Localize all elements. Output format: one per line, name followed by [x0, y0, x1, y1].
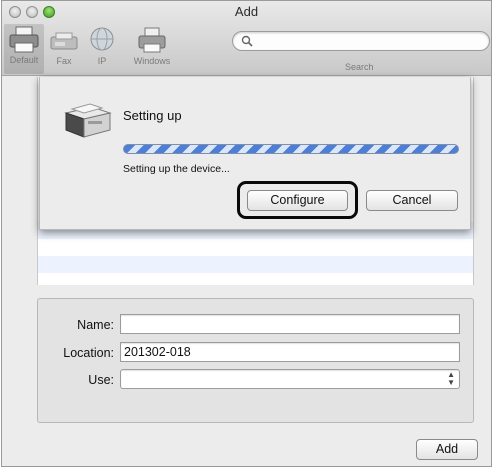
sheet-title: Setting up [123, 108, 182, 123]
windows-printer-icon [138, 27, 166, 53]
select-arrows-icon: ▲ ▼ [447, 370, 455, 387]
toolbar-fax[interactable]: Fax [44, 25, 84, 66]
name-label: Name: [77, 318, 114, 332]
ip-globe-icon [90, 27, 114, 51]
progress-fill [124, 145, 458, 153]
toolbar-default[interactable]: Default [4, 24, 44, 74]
default-printer-icon [9, 26, 39, 53]
list-row[interactable] [38, 256, 473, 273]
use-label: Use: [88, 373, 114, 387]
toolbar-ip-label: IP [97, 56, 107, 66]
window-toolbar: Add Default Fax IP Windows Search [2, 1, 491, 76]
printer-device-icon [64, 103, 112, 138]
sheet-status-text: Setting up the device... [123, 163, 230, 175]
cancel-button[interactable]: Cancel [366, 190, 458, 211]
add-button[interactable]: Add [416, 439, 478, 460]
add-printer-window: Add Default Fax IP Windows Search Settin… [1, 0, 492, 467]
search-label: Search [345, 62, 374, 72]
search-icon [241, 35, 253, 47]
toolbar-windows[interactable]: Windows [122, 25, 182, 66]
progress-bar [123, 144, 459, 154]
use-select[interactable]: ▲ ▼ [120, 369, 460, 389]
search-field[interactable] [232, 31, 490, 51]
printer-details-form: Name: Location: 201302-018 Use: ▲ ▼ [37, 298, 474, 423]
location-field[interactable]: 201302-018 [120, 342, 460, 362]
fax-icon [50, 32, 78, 50]
name-field[interactable] [120, 314, 460, 334]
configure-button[interactable]: Configure [247, 190, 348, 211]
location-label: Location: [63, 346, 114, 360]
toolbar-windows-label: Windows [133, 56, 171, 66]
list-row[interactable] [38, 239, 473, 256]
toolbar-fax-label: Fax [56, 56, 72, 66]
toolbar-ip[interactable]: IP [82, 25, 122, 66]
setup-sheet: Setting up Setting up the device... Conf… [39, 77, 471, 230]
toolbar-default-label: Default [9, 55, 39, 65]
window-title: Add [234, 4, 259, 19]
